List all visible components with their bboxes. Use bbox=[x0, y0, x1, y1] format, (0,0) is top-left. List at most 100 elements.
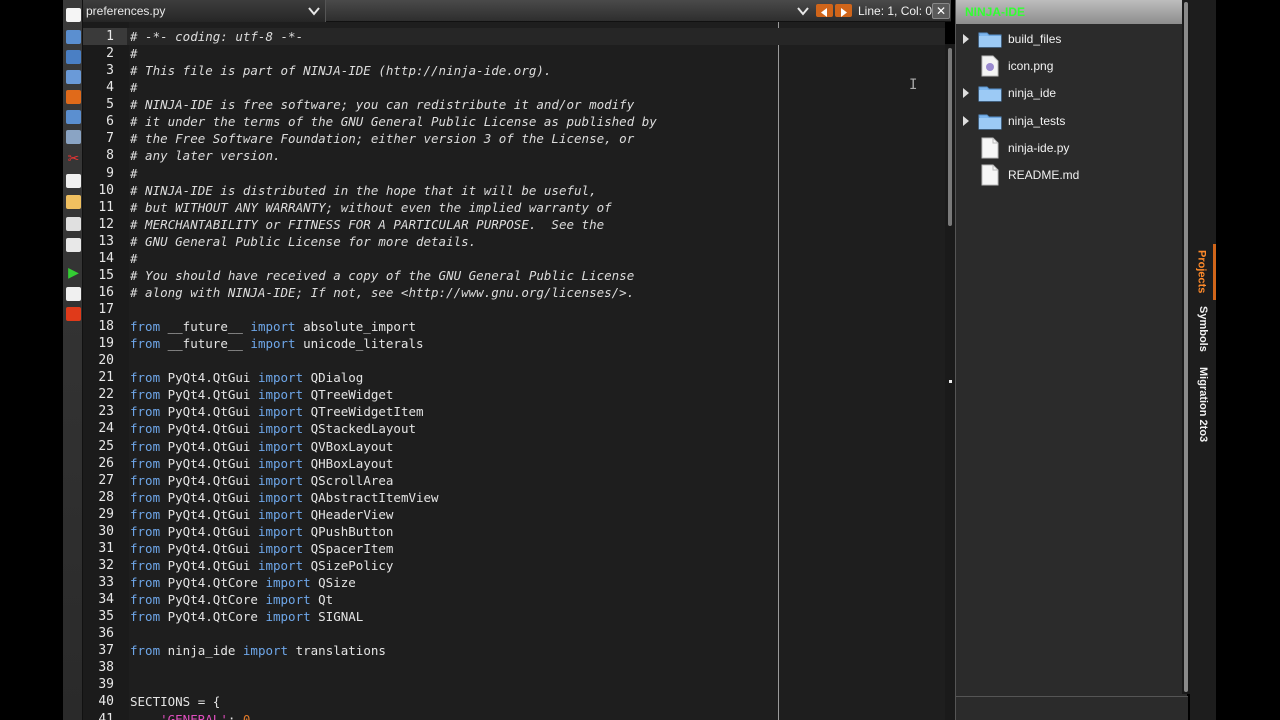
expand-arrow-icon[interactable] bbox=[963, 115, 969, 126]
code-line[interactable]: 5 # NINJA-IDE is free software; you can r… bbox=[83, 96, 945, 113]
project-scrollbar-thumb[interactable] bbox=[1184, 2, 1188, 692]
code-line[interactable]: 28 from PyQt4.QtGui import QAbstractItemV… bbox=[83, 489, 945, 506]
expand-arrow-icon[interactable] bbox=[963, 34, 969, 44]
save-icon[interactable] bbox=[66, 90, 81, 104]
code-line[interactable]: 18 from __future__ import absolute_import bbox=[83, 318, 945, 335]
expand-arrow-icon[interactable] bbox=[963, 88, 969, 99]
code-line[interactable]: 26 from PyQt4.QtGui import QHBoxLayout bbox=[83, 455, 945, 472]
line-number: 31 bbox=[98, 540, 114, 556]
code-line[interactable]: 8 # any later version. bbox=[83, 147, 945, 164]
code-line[interactable]: 10 # NINJA-IDE is distributed in the hope… bbox=[83, 182, 945, 199]
left-margin bbox=[0, 0, 63, 720]
tree-item-build-files[interactable]: build_files bbox=[956, 26, 1188, 53]
code-line[interactable]: 12 # MERCHANTABILITY or FITNESS FOR A PAR… bbox=[83, 216, 945, 233]
code-line[interactable]: 14 # bbox=[83, 250, 945, 267]
cut-icon[interactable]: ✂ bbox=[66, 152, 81, 166]
code-line[interactable]: 25 from PyQt4.QtGui import QVBoxLayout bbox=[83, 438, 945, 455]
code-line[interactable]: 32 from PyQt4.QtGui import QSizePolicy bbox=[83, 557, 945, 574]
editor-scrollbar[interactable] bbox=[945, 44, 955, 720]
editor-scrollbar-thumb[interactable] bbox=[948, 48, 952, 226]
open-file-icon[interactable] bbox=[66, 50, 81, 64]
chevron-down-icon[interactable] bbox=[307, 4, 321, 18]
tab-symbols[interactable]: Symbols bbox=[1190, 302, 1216, 356]
code-line[interactable]: 34 from PyQt4.QtCore import Qt bbox=[83, 591, 945, 608]
code-line[interactable]: 41 'GENERAL': 0 bbox=[83, 711, 945, 720]
keyword-token: import bbox=[257, 387, 304, 403]
code-token: PyQt4.QtCore bbox=[160, 609, 266, 625]
run-file-icon[interactable] bbox=[66, 287, 81, 301]
code-token: # it under the terms of the GNU General … bbox=[130, 114, 657, 130]
keyword-token: import bbox=[257, 489, 304, 505]
tab-preferences-py[interactable]: preferences.py bbox=[83, 0, 326, 22]
code-text: # bbox=[130, 165, 138, 182]
save-all-icon[interactable] bbox=[66, 110, 81, 124]
code-line[interactable]: 27 from PyQt4.QtGui import QScrollArea bbox=[83, 472, 945, 489]
code-text: from PyQt4.QtGui import QVBoxLayout bbox=[130, 438, 393, 455]
tree-item-label: build_files bbox=[1008, 32, 1062, 46]
open-project-icon[interactable] bbox=[66, 70, 81, 84]
code-line[interactable]: 6 # it under the terms of the GNU General… bbox=[83, 113, 945, 130]
code-line[interactable]: 21 from PyQt4.QtGui import QDialog bbox=[83, 369, 945, 386]
paste-icon[interactable] bbox=[66, 195, 81, 209]
line-number: 3 bbox=[106, 63, 114, 79]
keyword-token: import bbox=[257, 404, 304, 420]
code-line[interactable]: 38 bbox=[83, 659, 945, 676]
code-line[interactable]: 31 from PyQt4.QtGui import QSpacerItem bbox=[83, 540, 945, 557]
code-line[interactable]: 29 from PyQt4.QtGui import QHeaderView bbox=[83, 506, 945, 523]
code-line[interactable]: 2 # bbox=[83, 45, 945, 62]
code-line[interactable]: 1 # -*- coding: utf-8 -*- bbox=[83, 28, 945, 46]
split-horizontal-icon[interactable] bbox=[66, 217, 81, 231]
code-text: from __future__ import absolute_import bbox=[130, 318, 416, 335]
code-line[interactable]: 37 from ninja_ide import translations bbox=[83, 642, 945, 659]
new-file-icon[interactable] bbox=[66, 8, 81, 22]
code-line[interactable]: 13 # GNU General Public License for more … bbox=[83, 233, 945, 250]
code-line[interactable]: 30 from PyQt4.QtGui import QPushButton bbox=[83, 523, 945, 540]
scroll-marker bbox=[949, 380, 952, 383]
code-token: PyQt4.QtCore bbox=[160, 575, 266, 590]
close-tab-button[interactable]: ✕ bbox=[932, 3, 950, 19]
tree-item-ninja-ide-py[interactable]: ninja-ide.py bbox=[956, 135, 1188, 162]
code-line[interactable]: 20 bbox=[83, 352, 945, 369]
code-line[interactable]: 36 bbox=[83, 625, 945, 642]
code-token: QSizePolicy bbox=[303, 557, 394, 573]
code-line[interactable]: 22 from PyQt4.QtGui import QTreeWidget bbox=[83, 386, 945, 403]
code-line[interactable]: 16 # along with NINJA-IDE; If not, see <h… bbox=[83, 284, 945, 301]
split-vertical-icon[interactable] bbox=[66, 238, 81, 252]
tab-projects[interactable]: Projects bbox=[1190, 244, 1216, 300]
code-line[interactable]: 24 from PyQt4.QtGui import QStackedLayout bbox=[83, 420, 945, 437]
code-line[interactable]: 23 from PyQt4.QtGui import QTreeWidgetIte… bbox=[83, 403, 945, 420]
new-project-icon[interactable] bbox=[66, 30, 81, 44]
file-icon bbox=[981, 164, 999, 186]
run-icon[interactable]: ▶ bbox=[66, 266, 81, 280]
navigate-forward-button[interactable] bbox=[835, 4, 852, 17]
code-editor[interactable]: 1 # -*- coding: utf-8 -*- 2 #3 # This file i… bbox=[83, 22, 955, 720]
tree-item-icon-png[interactable]: icon.png bbox=[956, 53, 1188, 80]
copy-icon[interactable] bbox=[66, 174, 81, 188]
navigate-back-button[interactable] bbox=[816, 4, 833, 17]
code-line[interactable]: 19 from __future__ import unicode_literal… bbox=[83, 335, 945, 352]
chevron-down-icon[interactable] bbox=[796, 4, 810, 18]
project-scrollbar[interactable] bbox=[1182, 0, 1190, 694]
code-line[interactable]: 4 # bbox=[83, 79, 945, 96]
code-line[interactable]: 39 bbox=[83, 676, 945, 693]
tree-item-ninja-tests[interactable]: ninja_tests bbox=[956, 108, 1188, 135]
line-number: 18 bbox=[98, 319, 114, 335]
code-line[interactable]: 15 # You should have received a copy of t… bbox=[83, 267, 945, 284]
code-line[interactable]: 33 from PyQt4.QtCore import QSize bbox=[83, 574, 945, 591]
print-icon[interactable] bbox=[66, 130, 81, 144]
code-line[interactable]: 17 bbox=[83, 301, 945, 318]
mouse-cursor-icon: I bbox=[909, 77, 918, 93]
code-line[interactable]: 7 # the Free Software Foundation; either … bbox=[83, 130, 945, 147]
project-title-bar[interactable]: NINJA-IDE bbox=[956, 0, 1188, 24]
tab-migration[interactable]: Migration 2to3 bbox=[1190, 360, 1216, 450]
tree-item-readme-md[interactable]: README.md bbox=[956, 162, 1188, 189]
tree-item-ninja-ide[interactable]: ninja_ide bbox=[956, 80, 1188, 107]
code-line[interactable]: 9 # bbox=[83, 165, 945, 182]
keyword-token: import bbox=[257, 557, 304, 573]
stop-icon[interactable] bbox=[66, 307, 81, 321]
code-line[interactable]: 11 # but WITHOUT ANY WARRANTY; without ev… bbox=[83, 199, 945, 216]
code-line[interactable]: 3 # This file is part of NINJA-IDE (http:… bbox=[83, 62, 945, 79]
code-line[interactable]: 35 from PyQt4.QtCore import SIGNAL bbox=[83, 608, 945, 625]
code-text: # it under the terms of the GNU General … bbox=[130, 113, 657, 130]
code-line[interactable]: 40 SECTIONS = { bbox=[83, 693, 945, 710]
